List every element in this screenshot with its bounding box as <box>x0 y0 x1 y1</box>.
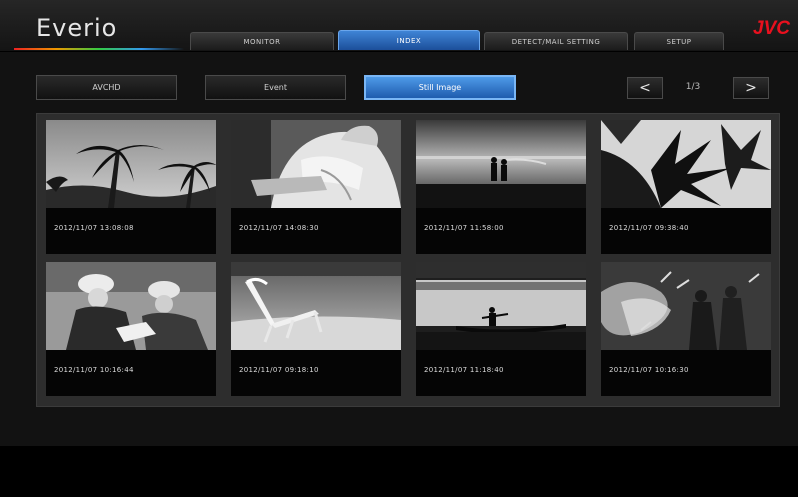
thumbnail-timestamp: 2012/11/07 13:08:08 <box>54 224 134 232</box>
thumbnail-image <box>46 120 216 208</box>
tab-detect-mail-setting[interactable]: DETECT/MAIL SETTING <box>484 32 628 50</box>
thumbnail-timestamp: 2012/11/07 10:16:44 <box>54 366 134 374</box>
thumbnail-card[interactable]: 2012/11/07 13:08:08 <box>46 120 216 254</box>
next-page-button[interactable]: > <box>733 77 769 99</box>
filter-avchd-button[interactable]: AVCHD <box>36 75 177 100</box>
thumbnail-card[interactable]: 2012/11/07 09:38:40 <box>601 120 771 254</box>
thumbnail-card[interactable]: 2012/11/07 09:18:10 <box>231 262 401 396</box>
app-logo: Everio <box>36 14 118 42</box>
thumbnail-card[interactable]: 2012/11/07 11:18:40 <box>416 262 586 396</box>
footer-bar <box>0 446 798 497</box>
filter-still-image-button[interactable]: Still Image <box>364 75 516 100</box>
filter-event-button[interactable]: Event <box>205 75 346 100</box>
header-bar: Everio MONITOR INDEX DETECT/MAIL SETTING… <box>0 0 798 52</box>
thumbnail-timestamp: 2012/11/07 09:38:40 <box>609 224 689 232</box>
tab-monitor[interactable]: MONITOR <box>190 32 334 50</box>
thumbnail-image <box>416 262 586 350</box>
tab-index[interactable]: INDEX <box>338 30 480 50</box>
prev-page-button[interactable]: < <box>627 77 663 99</box>
brand-logo: JVC <box>753 18 790 39</box>
thumbnail-card[interactable]: 2012/11/07 10:16:44 <box>46 262 216 396</box>
thumbnail-timestamp: 2012/11/07 10:16:30 <box>609 366 689 374</box>
thumbnail-image <box>46 262 216 350</box>
thumbnail-image <box>601 120 771 208</box>
thumbnail-image <box>231 120 401 208</box>
chevron-right-icon: > <box>745 80 757 96</box>
thumbnail-card[interactable]: 2012/11/07 14:08:30 <box>231 120 401 254</box>
thumbnail-timestamp: 2012/11/07 14:08:30 <box>239 224 319 232</box>
thumbnail-timestamp: 2012/11/07 09:18:10 <box>239 366 319 374</box>
thumbnail-image <box>416 120 586 208</box>
thumbnail-card[interactable]: 2012/11/07 11:58:00 <box>416 120 586 254</box>
thumbnail-image <box>601 262 771 350</box>
app-window: Everio MONITOR INDEX DETECT/MAIL SETTING… <box>0 0 798 497</box>
thumbnail-image <box>231 262 401 350</box>
logo-underline <box>14 48 184 50</box>
page-indicator: 1/3 <box>685 82 701 92</box>
thumbnail-timestamp: 2012/11/07 11:58:00 <box>424 224 504 232</box>
thumbnail-timestamp: 2012/11/07 11:18:40 <box>424 366 504 374</box>
tab-setup[interactable]: SETUP <box>634 32 724 50</box>
thumbnail-card[interactable]: 2012/11/07 10:16:30 <box>601 262 771 396</box>
chevron-left-icon: < <box>639 80 651 96</box>
thumbnail-grid: 2012/11/07 13:08:08 2012/11/07 14:08:30 <box>36 113 780 407</box>
